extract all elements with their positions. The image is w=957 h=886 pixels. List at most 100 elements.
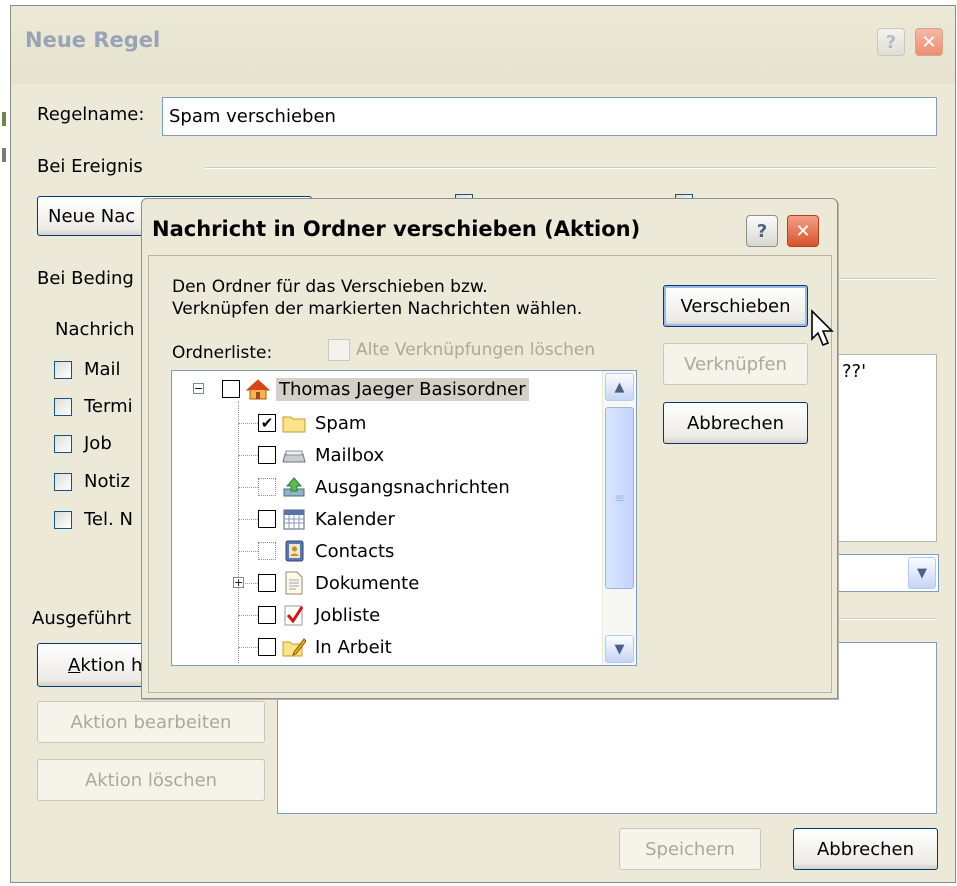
tree-item-calendar[interactable]: Kalender — [258, 503, 398, 535]
condition-group-divider — [839, 278, 935, 280]
calendar-icon — [282, 508, 306, 530]
actions-group-divider — [839, 618, 935, 620]
dialog-title: Nachricht in Ordner verschieben (Aktion) — [152, 217, 641, 241]
type-checkbox-tel[interactable] — [54, 511, 72, 529]
message-type-label: Nachrich — [55, 319, 135, 340]
dialog-description-line2: Verknüpfen der markierten Nachrichten wä… — [172, 299, 583, 319]
tree-checkbox-contacts[interactable] — [258, 542, 276, 560]
tree-connector — [238, 551, 258, 552]
contacts-icon — [282, 540, 306, 562]
type-checkbox-mail[interactable] — [54, 361, 72, 379]
tree-checkbox-mailbox[interactable] — [258, 446, 276, 464]
tree-scrollbar[interactable]: ▲ ≡ ▼ — [602, 371, 636, 665]
event-group-label: Bei Ereignis — [37, 156, 143, 177]
tree-expand-toggle[interactable]: + — [233, 577, 244, 588]
type-checkbox-notiz[interactable] — [54, 473, 72, 491]
type-checkbox-termin[interactable] — [54, 398, 72, 416]
tree-item-in-progress[interactable]: In Arbeit — [258, 631, 395, 663]
link-button[interactable]: Verknüpfen — [663, 343, 808, 385]
joblist-icon — [282, 604, 306, 626]
tree-label-mailbox: Mailbox — [315, 444, 385, 466]
scroll-thumb[interactable]: ≡ — [605, 407, 634, 589]
chevron-down-icon[interactable]: ▼ — [908, 557, 936, 589]
link-button-label: Verknüpfen — [684, 353, 787, 375]
tree-collapse-toggle[interactable]: − — [193, 383, 204, 394]
add-action-label: Aktion h — [68, 654, 143, 676]
tree-item-contacts[interactable]: Contacts — [258, 535, 397, 567]
tree-item-documents[interactable]: Dokumente — [258, 567, 422, 599]
tree-checkbox-documents[interactable] — [258, 574, 276, 592]
tree-label-in-progress: In Arbeit — [315, 636, 392, 658]
tree-label-documents: Dokumente — [315, 572, 420, 594]
new-rule-titlebar: Neue Regel ? ✕ — [11, 6, 955, 84]
type-label-termin: Termi — [84, 396, 133, 417]
in-progress-icon — [282, 636, 306, 658]
mouse-pointer-icon — [811, 309, 834, 347]
close-icon: ✕ — [921, 31, 937, 53]
tree-checkbox-spam[interactable]: ✔ — [258, 414, 276, 432]
new-rule-title: Neue Regel — [25, 28, 161, 52]
move-button-label: Verschieben — [680, 295, 791, 317]
outer-close-button[interactable]: ✕ — [915, 28, 943, 56]
type-label-notiz: Notiz — [84, 471, 130, 492]
tree-checkbox-calendar[interactable] — [258, 510, 276, 528]
save-label: Speichern — [645, 838, 735, 860]
document-icon — [282, 571, 306, 595]
condition-text: ??' — [842, 361, 867, 382]
tree-item-spam[interactable]: ✔ Spam — [258, 407, 369, 439]
type-label-mail: Mail — [84, 359, 121, 380]
dialog-cancel-button[interactable]: Abbrechen — [663, 402, 808, 444]
tree-item-mailbox[interactable]: Mailbox — [258, 439, 387, 471]
dialog-close-button[interactable]: ✕ — [787, 215, 819, 247]
outer-cancel-label: Abbrechen — [816, 838, 915, 860]
help-icon: ? — [756, 220, 768, 242]
edit-action-button[interactable]: Aktion bearbeiten — [37, 701, 265, 743]
rule-name-label: Regelname: — [37, 104, 145, 125]
tree-connector — [238, 487, 258, 488]
dialog-cancel-label: Abbrechen — [686, 412, 785, 434]
dialog-description-line1: Den Ordner für das Verschieben bzw. — [172, 277, 488, 297]
mailbox-icon — [282, 444, 306, 466]
tree-root-checkbox[interactable] — [222, 380, 240, 398]
close-icon: ✕ — [795, 220, 811, 242]
tree-item-joblist[interactable]: Jobliste — [258, 599, 383, 631]
tree-label-outbox: Ausgangsnachrichten — [315, 476, 510, 498]
delete-action-label: Aktion löschen — [84, 769, 218, 791]
tree-connector — [238, 615, 258, 616]
background-fragment — [2, 112, 6, 126]
rule-name-input[interactable]: Spam verschieben — [162, 97, 937, 136]
outer-help-button[interactable]: ? — [877, 28, 905, 56]
outbox-icon — [282, 476, 306, 498]
event-dropdown-value: Neue Nac — [48, 205, 136, 227]
folder-tree[interactable]: − Thomas Jaeger Basisordner ✔ Spam Mailb… — [171, 370, 637, 666]
actions-group-label: Ausgeführt — [32, 608, 132, 629]
tree-root-row[interactable]: Thomas Jaeger Basisordner — [222, 373, 529, 405]
tree-connector — [238, 519, 258, 520]
tree-label-contacts: Contacts — [315, 540, 395, 562]
tree-item-outbox[interactable]: Ausgangsnachrichten — [258, 471, 513, 503]
tree-connector — [238, 401, 239, 663]
tree-connector — [238, 455, 258, 456]
tree-checkbox-outbox[interactable] — [258, 478, 276, 496]
folder-icon — [282, 412, 306, 434]
delete-action-button[interactable]: Aktion löschen — [37, 759, 265, 801]
dialog-help-button[interactable]: ? — [746, 215, 778, 247]
type-checkbox-job[interactable] — [54, 435, 72, 453]
outer-cancel-button[interactable]: Abbrechen — [793, 828, 938, 870]
help-icon: ? — [885, 31, 897, 53]
folder-list-label: Ordnerliste: — [172, 343, 273, 363]
condition-group-label: Bei Beding — [37, 268, 134, 289]
move-button[interactable]: Verschieben — [663, 285, 808, 327]
home-icon — [246, 378, 270, 400]
save-button[interactable]: Speichern — [619, 828, 761, 870]
tree-checkbox-joblist[interactable] — [258, 606, 276, 624]
background-fragment — [2, 148, 6, 162]
delete-old-links-label: Alte Verknüpfungen löschen — [356, 340, 596, 360]
tree-connector — [238, 647, 258, 648]
tree-checkbox-in-progress[interactable] — [258, 638, 276, 656]
delete-old-links-checkbox[interactable] — [328, 339, 350, 361]
tree-label-spam: Spam — [315, 412, 367, 434]
tree-label-joblist: Jobliste — [315, 604, 381, 626]
scroll-up-icon[interactable]: ▲ — [605, 373, 634, 401]
scroll-down-icon[interactable]: ▼ — [605, 635, 634, 663]
